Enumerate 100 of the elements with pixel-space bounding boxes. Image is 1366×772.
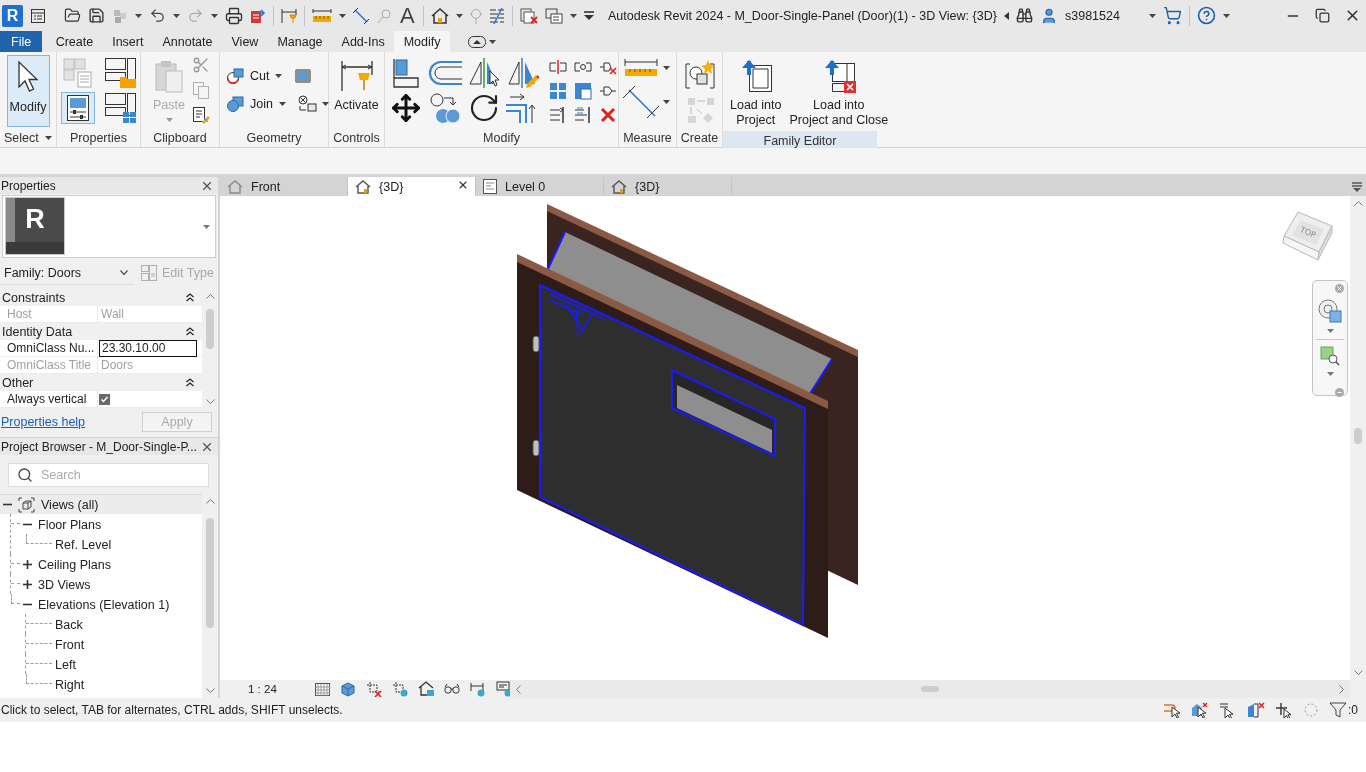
cube-icon[interactable] <box>339 681 356 697</box>
door-3d-model[interactable] <box>517 202 861 640</box>
move-cursor-icon[interactable] <box>1275 702 1293 718</box>
properties-help-link[interactable]: Properties help <box>1 415 86 429</box>
dotted-circle-icon[interactable] <box>1303 702 1319 718</box>
bracket-shapes-icon[interactable] <box>683 59 716 92</box>
cursor-link-icon[interactable] <box>1163 702 1181 718</box>
measure-line-icon[interactable] <box>353 7 369 24</box>
close-windows-icon[interactable] <box>519 7 538 24</box>
scissors-icon[interactable] <box>192 56 210 74</box>
window-list-icon[interactable] <box>30 7 46 24</box>
extend-lines-icon[interactable] <box>574 106 592 124</box>
scroll-up-icon[interactable] <box>205 499 215 504</box>
caret-icon[interactable] <box>1326 329 1334 333</box>
tree-item[interactable]: Floor Plans <box>20 514 202 534</box>
thin-lines-icon[interactable] <box>488 7 505 24</box>
dashed-corner-cross-icon[interactable] <box>365 681 382 697</box>
folder-icon[interactable] <box>64 7 81 24</box>
rotate-icon[interactable] <box>468 92 500 124</box>
framed-square-icon[interactable] <box>294 68 313 84</box>
house-square-icon[interactable] <box>417 681 434 697</box>
binoculars-icon[interactable] <box>1016 7 1033 24</box>
checkbox[interactable] <box>99 393 110 405</box>
home-icon[interactable] <box>430 7 449 24</box>
load-into-project-button[interactable]: Load into Project <box>727 55 785 131</box>
caret-icon[interactable] <box>569 13 577 18</box>
save-icon[interactable] <box>88 7 105 24</box>
grid-layout-icon[interactable] <box>102 92 137 124</box>
caret-icon[interactable] <box>135 13 142 18</box>
trim-lines-icon[interactable] <box>549 106 567 124</box>
restore-icon[interactable] <box>1315 8 1330 23</box>
customize-icon[interactable] <box>583 10 594 21</box>
marker-icon[interactable] <box>469 7 482 24</box>
caret-icon[interactable] <box>1326 372 1334 376</box>
help-icon[interactable] <box>1196 6 1216 25</box>
ribbon-tab[interactable]: Manage <box>267 31 333 52</box>
ribbon-tab[interactable]: View <box>222 31 268 52</box>
search-field[interactable]: Search <box>8 463 209 487</box>
export-icon[interactable] <box>250 7 266 24</box>
checker-icon[interactable] <box>314 682 330 696</box>
tree-item[interactable]: 3D Views <box>20 574 202 594</box>
caret-icon[interactable] <box>1222 13 1230 18</box>
document-tab[interactable]: {3D} <box>348 177 476 196</box>
ribbon-tab[interactable]: Annotate <box>152 31 222 52</box>
user-icon[interactable] <box>1040 6 1058 25</box>
tab-list-icon[interactable] <box>1352 181 1362 192</box>
caret-icon[interactable] <box>663 66 670 70</box>
scroll-down-icon[interactable] <box>205 399 215 404</box>
tree-item[interactable]: Right <box>52 674 202 694</box>
tree-item[interactable]: Views (all) <box>0 494 202 514</box>
scroll-thumb[interactable] <box>206 309 214 349</box>
zoom-region-icon[interactable] <box>1320 346 1340 366</box>
scroll-thumb[interactable] <box>1354 428 1362 444</box>
square-grid-icon[interactable] <box>549 82 567 100</box>
scroll-thumb[interactable] <box>921 686 939 692</box>
horizontal-scrollbar[interactable] <box>510 680 1350 698</box>
type-selector[interactable]: R <box>2 195 216 258</box>
switch-windows-icon[interactable] <box>544 7 563 24</box>
caret-icon[interactable] <box>1148 13 1156 18</box>
scroll-right-icon[interactable] <box>1339 684 1344 694</box>
caret-icon[interactable] <box>663 100 670 104</box>
delete-icon[interactable] <box>599 106 617 124</box>
steering-wheel-icon[interactable] <box>1318 299 1342 323</box>
caret-icon[interactable] <box>455 13 463 18</box>
modify-tool-button[interactable]: Modify <box>6 55 50 127</box>
ribbon-tab[interactable]: Add-Ins <box>332 31 395 52</box>
mirror-draw-icon[interactable] <box>507 58 539 88</box>
box-cross-icon[interactable] <box>1247 702 1265 718</box>
collapse-icon[interactable] <box>186 378 194 387</box>
glasses-icon[interactable] <box>443 683 460 695</box>
close-tab-icon[interactable] <box>457 179 469 191</box>
select-menu-button[interactable]: Select <box>0 128 56 147</box>
triangle-left-icon[interactable] <box>1004 11 1009 20</box>
caret-icon[interactable] <box>321 102 329 106</box>
circle-cross-square-icon[interactable] <box>297 95 318 113</box>
ribbon-tab[interactable]: Insert <box>102 31 153 52</box>
note-dot-icon[interactable] <box>495 681 512 697</box>
expand-icon[interactable] <box>23 580 32 589</box>
print-icon[interactable] <box>225 6 243 25</box>
copy-circles-icon[interactable] <box>429 92 461 124</box>
panel-toggle-icon[interactable] <box>468 35 486 48</box>
tree-item[interactable]: Back <box>52 614 202 634</box>
mirror-axis-icon[interactable] <box>468 58 500 88</box>
measure-line-icon[interactable] <box>623 86 659 118</box>
collapse-icon[interactable] <box>186 327 194 336</box>
caret-icon[interactable] <box>339 13 346 18</box>
scroll-down-icon[interactable] <box>1353 670 1363 675</box>
split-icon[interactable] <box>549 58 567 76</box>
filter-icon[interactable] <box>1329 702 1347 718</box>
caret-icon[interactable] <box>173 13 180 18</box>
tree-item[interactable]: Front <box>52 634 202 654</box>
property-value-field[interactable]: 23.30.10.00 <box>99 340 197 357</box>
align-icon[interactable] <box>391 58 421 88</box>
cut-geometry-button[interactable]: Cut <box>224 64 285 88</box>
join-geometry-button[interactable]: Join <box>224 92 288 116</box>
offset-curve-icon[interactable] <box>428 60 462 86</box>
caret-icon[interactable] <box>489 39 496 44</box>
document-brush-icon[interactable] <box>192 106 210 124</box>
dimension-pin-icon[interactable] <box>281 7 297 24</box>
tree-item[interactable]: Ceiling Plans <box>20 554 202 574</box>
